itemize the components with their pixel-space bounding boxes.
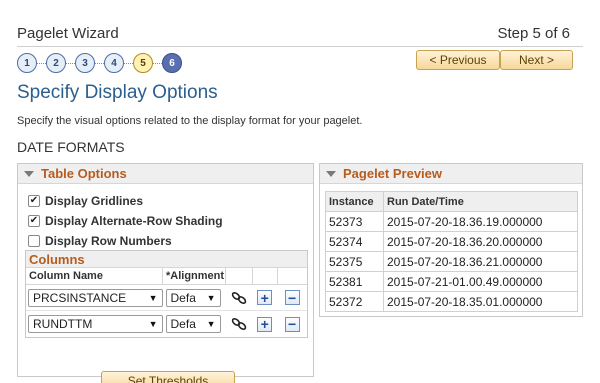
link-icon[interactable]	[225, 316, 252, 332]
alignment-select[interactable]: Defa ▼	[165, 288, 221, 307]
run-datetime-cell: 2015-07-21-01.00.49.000000	[383, 271, 578, 292]
step-2[interactable]: 2	[46, 53, 66, 73]
option-label: Display Alternate-Row Shading	[45, 214, 223, 228]
alignment-select[interactable]: Defa ▼	[165, 315, 221, 333]
instance-header: Instance	[325, 191, 384, 212]
preview-table: Instance Run Date/Time 52373 2015-07-20-…	[325, 191, 578, 312]
set-thresholds-button[interactable]: Set Thresholds	[101, 371, 235, 383]
table-row: 52381 2015-07-21-01.00.49.000000	[325, 271, 578, 292]
dropdown-arrow-icon: ▼	[206, 292, 216, 303]
step-5-current: 5	[133, 53, 153, 73]
run-datetime-header: Run Date/Time	[383, 191, 578, 212]
blank-header	[253, 268, 278, 284]
column-name-select[interactable]: RUNDTTM ▼	[28, 315, 163, 333]
page-description: Specify the visual options related to th…	[17, 115, 363, 127]
step-3[interactable]: 3	[75, 53, 95, 73]
wizard-title: Pagelet Wizard	[17, 25, 119, 42]
step-connector	[153, 62, 162, 64]
run-datetime-cell: 2015-07-20-18.36.20.000000	[383, 231, 578, 252]
columns-grid: Columns Column Name *Alignment PRCSINSTA…	[25, 250, 308, 338]
columns-header: Columns	[26, 251, 307, 268]
next-button[interactable]: Next >	[500, 50, 573, 70]
alignment-header: *Alignment	[163, 268, 226, 284]
column-row: PRCSINSTANCE ▼ Defa ▼ + −	[26, 285, 307, 311]
preview-table-header: Instance Run Date/Time	[325, 191, 578, 212]
add-row-icon[interactable]: +	[257, 290, 273, 305]
instance-cell: 52372	[325, 291, 384, 312]
table-row: 52373 2015-07-20-18.36.19.000000	[325, 211, 578, 232]
step-connector	[95, 62, 104, 64]
blank-header	[226, 268, 253, 284]
table-row: 52375 2015-07-20-18.36.21.000000	[325, 251, 578, 272]
checkbox-alternate-shading[interactable]: ✔	[28, 215, 40, 227]
table-options-panel: Table Options ✔ Display Gridlines ✔ Disp…	[17, 163, 314, 383]
add-row-icon[interactable]: +	[257, 316, 273, 332]
option-alternate-row-shading[interactable]: ✔ Display Alternate-Row Shading	[28, 211, 223, 231]
table-options-header[interactable]: Table Options	[18, 164, 313, 184]
column-name-header: Column Name	[26, 268, 163, 284]
run-datetime-cell: 2015-07-20-18.35.01.000000	[383, 291, 578, 312]
columns-table-header: Column Name *Alignment	[26, 268, 307, 285]
option-display-row-numbers[interactable]: Display Row Numbers	[28, 231, 223, 251]
checkbox-gridlines[interactable]: ✔	[28, 195, 40, 207]
table-row: 52374 2015-07-20-18.36.20.000000	[325, 231, 578, 252]
select-value: PRCSINSTANCE	[33, 290, 127, 305]
pagelet-preview-header[interactable]: Pagelet Preview	[320, 164, 582, 184]
option-display-gridlines[interactable]: ✔ Display Gridlines	[28, 191, 223, 211]
step-6[interactable]: 6	[162, 53, 182, 73]
dropdown-arrow-icon: ▼	[206, 319, 216, 329]
step-connector	[37, 62, 46, 64]
step-1[interactable]: 1	[17, 53, 37, 73]
remove-row-icon[interactable]: −	[284, 290, 300, 305]
section-title: DATE FORMATS	[17, 139, 125, 155]
instance-cell: 52381	[325, 271, 384, 292]
collapse-triangle-icon	[326, 170, 336, 177]
pagelet-preview-title: Pagelet Preview	[343, 166, 442, 181]
link-icon[interactable]	[225, 290, 252, 306]
step-4[interactable]: 4	[104, 53, 124, 73]
collapse-triangle-icon	[24, 170, 34, 177]
dropdown-arrow-icon: ▼	[148, 319, 158, 329]
column-name-select[interactable]: PRCSINSTANCE ▼	[28, 288, 163, 307]
option-label: Display Gridlines	[45, 194, 144, 208]
table-options-title: Table Options	[41, 166, 127, 181]
previous-button[interactable]: < Previous	[416, 50, 500, 70]
step-train: 1 2 3 4 5 6	[17, 52, 182, 74]
options-list: ✔ Display Gridlines ✔ Display Alternate-…	[28, 191, 223, 251]
dropdown-arrow-icon: ▼	[148, 292, 158, 303]
remove-row-icon[interactable]: −	[284, 316, 300, 332]
checkbox-row-numbers[interactable]	[28, 235, 40, 247]
select-value: RUNDTTM	[33, 317, 93, 331]
column-row: RUNDTTM ▼ Defa ▼ + −	[26, 311, 307, 337]
option-label: Display Row Numbers	[45, 234, 172, 248]
select-value: Defa	[170, 317, 196, 331]
step-connector	[66, 62, 75, 64]
instance-cell: 52374	[325, 231, 384, 252]
run-datetime-cell: 2015-07-20-18.36.21.000000	[383, 251, 578, 272]
pagelet-preview-panel: Pagelet Preview Instance Run Date/Time 5…	[319, 163, 583, 317]
instance-cell: 52375	[325, 251, 384, 272]
run-datetime-cell: 2015-07-20-18.36.19.000000	[383, 211, 578, 232]
select-value: Defa	[170, 290, 196, 305]
step-connector	[124, 62, 133, 64]
header-divider	[17, 46, 583, 47]
instance-cell: 52373	[325, 211, 384, 232]
wizard-step-indicator: Step 5 of 6	[497, 25, 570, 42]
table-row: 52372 2015-07-20-18.35.01.000000	[325, 291, 578, 312]
page-title: Specify Display Options	[17, 82, 218, 103]
